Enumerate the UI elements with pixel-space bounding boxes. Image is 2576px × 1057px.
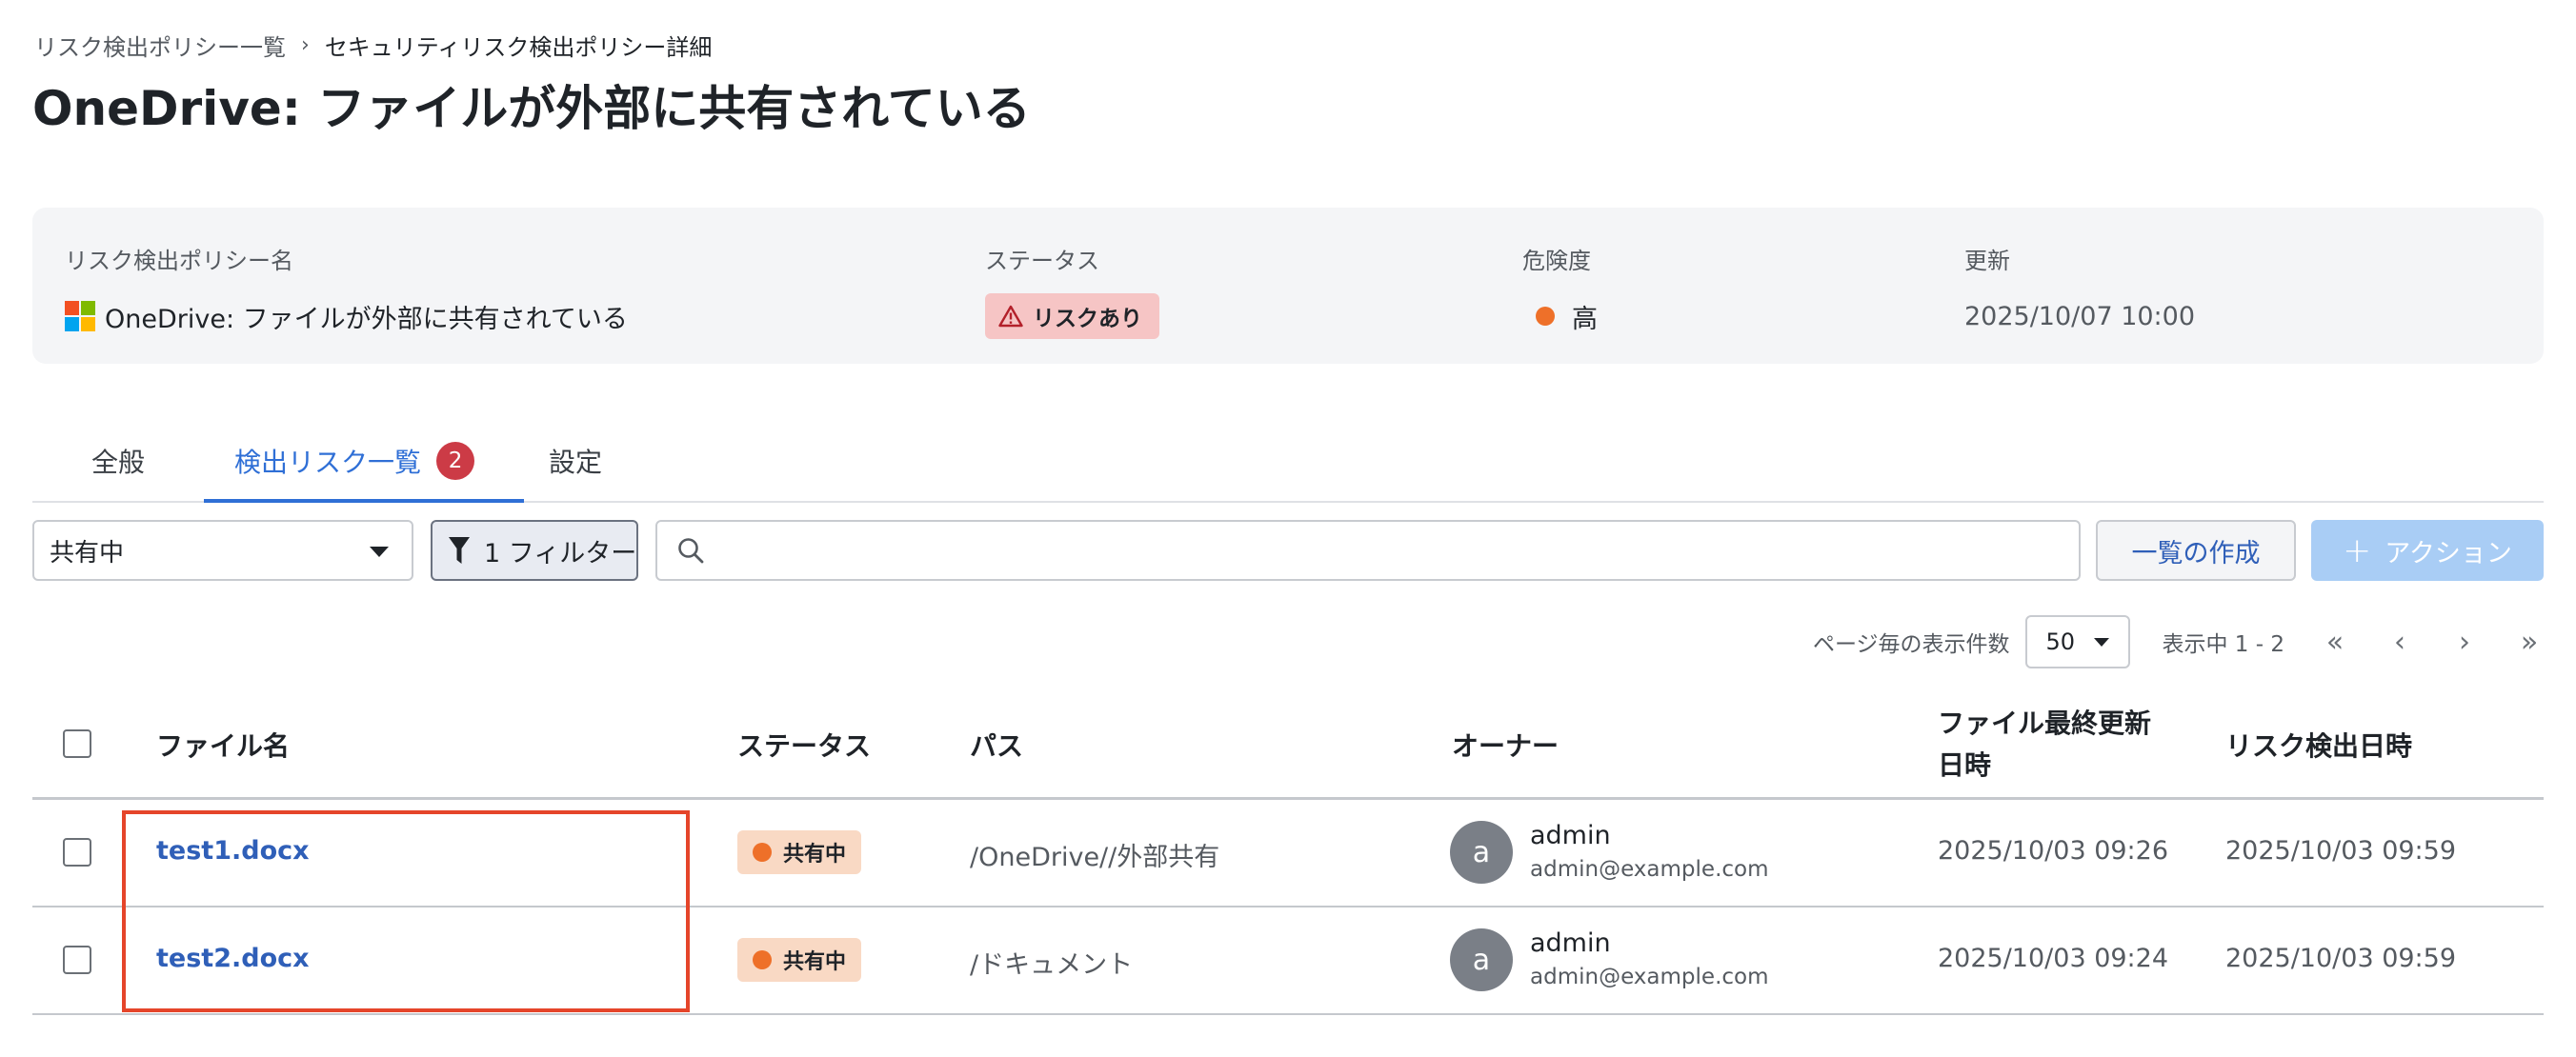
warning-triangle-icon bbox=[998, 305, 1023, 328]
severity-field: 危険度 高 bbox=[1522, 242, 1598, 338]
share-status-badge: 共有中 bbox=[737, 830, 862, 874]
share-status-text: 共有中 bbox=[783, 843, 847, 867]
file-updated-time: 2025/10/03 09:26 bbox=[1938, 836, 2169, 866]
policy-name-value: OneDrive: ファイルが外部に共有されている bbox=[65, 294, 628, 338]
owner-avatar: a bbox=[1450, 928, 1513, 991]
tab-general[interactable]: 全般 bbox=[91, 440, 145, 482]
updated-value: 2025/10/07 10:00 bbox=[1964, 301, 2196, 331]
policy-name-field: リスク検出ポリシー名 OneDrive: ファイルが外部に共有されている bbox=[65, 242, 628, 338]
col-header-file-updated[interactable]: ファイル最終更新 日時 bbox=[1938, 703, 2151, 787]
pagination-bar: ページ毎の表示件数 50 表示中 1 - 2 « ‹ › » bbox=[1813, 615, 2544, 668]
breadcrumb-current: セキュリティリスク検出ポリシー詳細 bbox=[324, 34, 713, 61]
col-header-owner[interactable]: オーナー bbox=[1452, 726, 1559, 768]
severity-value: 高 bbox=[1522, 294, 1598, 338]
owner-name: admin bbox=[1530, 821, 1611, 850]
col-header-risk-detected[interactable]: リスク検出日時 bbox=[2225, 726, 2412, 768]
tab-settings[interactable]: 設定 bbox=[549, 440, 602, 482]
table-header-row: ファイル名 ステータス パス オーナー ファイル最終更新 日時 リスク検出日時 bbox=[32, 695, 2544, 800]
action-button[interactable]: + アクション bbox=[2311, 520, 2544, 581]
active-tab-indicator bbox=[204, 499, 524, 503]
updated-label: 更新 bbox=[1964, 248, 2010, 274]
policy-name-text: OneDrive: ファイルが外部に共有されている bbox=[105, 304, 628, 334]
search-icon bbox=[678, 538, 704, 564]
first-page-icon[interactable]: « bbox=[2321, 626, 2349, 659]
policy-status-value: リスクあり bbox=[985, 293, 1159, 339]
breadcrumb-parent-link[interactable]: リスク検出ポリシー一覧 bbox=[34, 29, 286, 62]
share-status-badge: 共有中 bbox=[737, 938, 862, 982]
col-header-file-updated-line1: ファイル最終更新 bbox=[1938, 708, 2152, 739]
tab-detected-risks[interactable]: 検出リスク一覧 2 bbox=[234, 440, 475, 482]
row-checkbox[interactable] bbox=[63, 946, 91, 974]
search-field[interactable] bbox=[655, 520, 2081, 581]
policy-status-label: ステータス bbox=[985, 248, 1099, 274]
updated-field: 更新 2025/10/07 10:00 bbox=[1964, 242, 2195, 338]
orange-dot-icon bbox=[753, 843, 772, 862]
col-header-file-updated-line2: 日時 bbox=[1938, 749, 1992, 781]
col-header-path[interactable]: パス bbox=[970, 726, 1023, 768]
filter-button[interactable]: 1 フィルター bbox=[431, 520, 638, 581]
caret-down-icon bbox=[370, 547, 389, 557]
risk-list-toolbar: 共有中 1 フィルター 一覧の作成 + アクション bbox=[0, 520, 2576, 583]
last-page-icon[interactable]: » bbox=[2515, 626, 2544, 659]
risk-detected-time: 2025/10/03 09:59 bbox=[2225, 944, 2457, 973]
detail-tabs: 全般 検出リスク一覧 2 設定 bbox=[32, 419, 2544, 503]
tab-count-badge: 2 bbox=[436, 442, 475, 480]
microsoft-logo-icon bbox=[65, 301, 95, 331]
file-name-highlight-box bbox=[122, 810, 690, 1012]
action-button-label: アクション bbox=[2385, 538, 2512, 568]
orange-dot-icon bbox=[753, 950, 772, 969]
filter-button-label: 1 フィルター bbox=[484, 538, 637, 568]
row-checkbox[interactable] bbox=[63, 838, 91, 867]
chevron-right-icon: › bbox=[301, 33, 310, 57]
caret-down-icon bbox=[2093, 638, 2109, 647]
create-list-button[interactable]: 一覧の作成 bbox=[2096, 520, 2296, 581]
breadcrumb: リスク検出ポリシー一覧 › セキュリティリスク検出ポリシー詳細 bbox=[34, 29, 712, 62]
page-title: OneDrive: ファイルが外部に共有されている bbox=[32, 81, 1031, 136]
share-status-select-value: 共有中 bbox=[50, 538, 125, 568]
prev-page-icon[interactable]: ‹ bbox=[2385, 626, 2414, 659]
col-header-status[interactable]: ステータス bbox=[737, 726, 871, 768]
severity-text: 高 bbox=[1572, 304, 1598, 334]
tab-detected-risks-label: 検出リスク一覧 bbox=[234, 447, 422, 478]
search-input[interactable] bbox=[718, 536, 2060, 565]
risk-status-badge: リスクあり bbox=[985, 293, 1159, 339]
share-status-select[interactable]: 共有中 bbox=[32, 520, 413, 581]
next-page-icon[interactable]: › bbox=[2450, 626, 2479, 659]
per-page-select[interactable]: 50 bbox=[2024, 615, 2130, 668]
select-all-checkbox[interactable] bbox=[63, 729, 91, 758]
owner-email: admin@example.com bbox=[1530, 965, 1769, 989]
per-page-value: 50 bbox=[2045, 628, 2076, 655]
file-updated-time: 2025/10/03 09:24 bbox=[1938, 944, 2169, 973]
per-page-label: ページ毎の表示件数 bbox=[1812, 632, 2010, 657]
policy-summary-panel: リスク検出ポリシー名 OneDrive: ファイルが外部に共有されている ステー… bbox=[32, 208, 2544, 364]
risk-detected-time: 2025/10/03 09:59 bbox=[2225, 836, 2457, 866]
owner-avatar: a bbox=[1450, 821, 1513, 884]
policy-status-field: ステータス リスクあり bbox=[985, 242, 1159, 339]
owner-email: admin@example.com bbox=[1530, 857, 1769, 882]
plus-icon: + bbox=[2343, 530, 2372, 570]
file-path: /ドキュメント bbox=[970, 950, 1134, 980]
orange-dot-icon bbox=[1536, 307, 1555, 326]
funnel-icon bbox=[449, 537, 470, 564]
risk-status-text: リスクあり bbox=[1033, 307, 1142, 331]
owner-name: admin bbox=[1530, 928, 1611, 958]
severity-label: 危険度 bbox=[1522, 248, 1591, 274]
col-header-file-name[interactable]: ファイル名 bbox=[156, 726, 290, 768]
share-status-text: 共有中 bbox=[783, 950, 847, 974]
page-range-text: 表示中 1 - 2 bbox=[2162, 632, 2285, 657]
policy-name-label: リスク検出ポリシー名 bbox=[65, 248, 293, 274]
file-path: /OneDrive//外部共有 bbox=[970, 843, 1220, 872]
